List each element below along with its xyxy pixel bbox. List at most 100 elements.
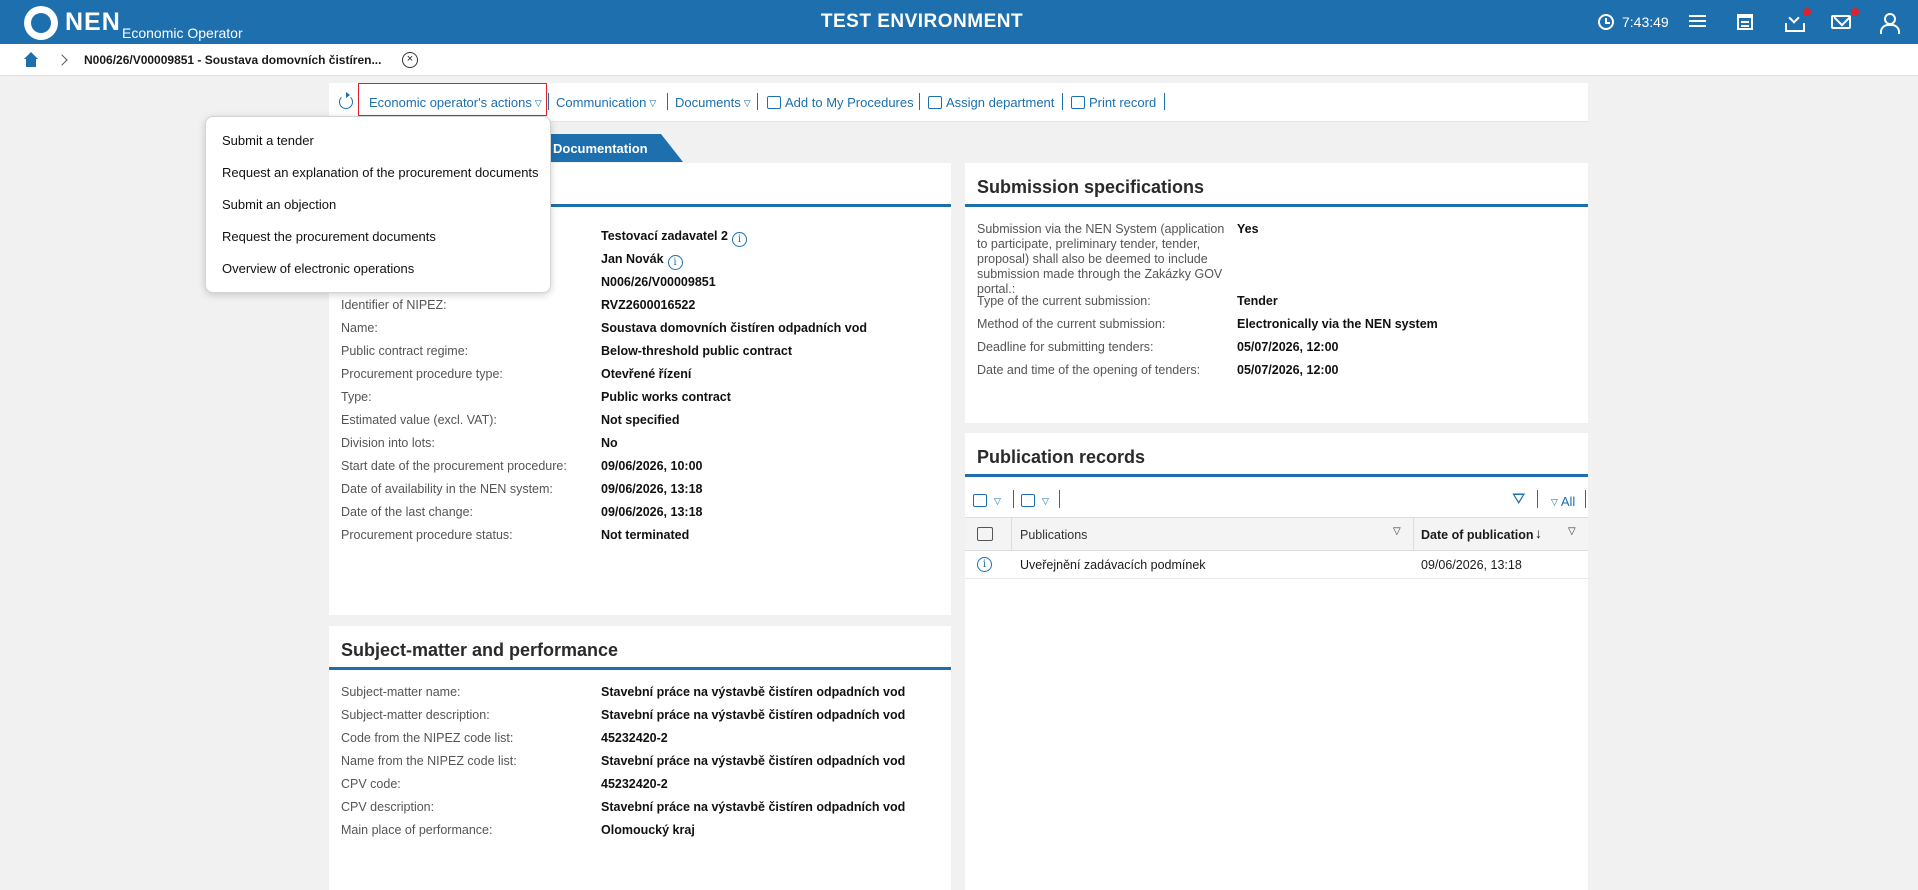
field-value: 09/06/2026, 10:00 [601,459,702,473]
col-publications[interactable]: Publications [1020,528,1087,542]
submission-nen-value: Yes [1237,222,1259,236]
field-value: Stavební práce na výstavbě čistíren odpa… [601,800,905,814]
field-value: 45232420-2 [601,777,668,791]
eo-actions-menu[interactable]: Economic operator's actions ▽ [369,95,542,110]
environment-title: TEST ENVIRONMENT [820,11,1024,32]
field-label: Deadline for submitting tenders: [977,340,1154,354]
download-icon[interactable] [1783,12,1805,32]
documents-menu[interactable]: Documents ▽ [675,95,751,110]
tab-documentation[interactable]: Documentation [541,134,683,162]
add-procedure-icon [767,96,781,109]
assign-department-button[interactable]: Assign department [928,95,1054,110]
field-value-text: Olomoucký kraj [601,823,695,837]
field-value-text: No [601,436,618,450]
field-value: Public works contract [601,390,731,404]
clock-icon [1598,14,1614,30]
field-value: N006/26/V00009851 [601,275,716,289]
menu-item-submit-objection[interactable]: Submit an objection [222,197,336,212]
separator [1585,490,1586,508]
field-value: Otevřené řízení [601,367,691,381]
filter-all-button[interactable]: ▽ All [1548,494,1575,509]
dropdown-triangle-icon: ▽ [649,98,657,108]
field-value: 05/07/2026, 12:00 [1237,340,1338,354]
field-label: Type: [341,390,372,404]
chevron-right-icon [56,54,68,66]
field-value: Below-threshold public contract [601,344,792,358]
refresh-icon[interactable] [339,92,353,109]
field-value-text: Stavební práce na výstavbě čistíren odpa… [601,708,906,722]
field-value-text: 09/06/2026, 10:00 [601,459,703,473]
field-label: Subject-matter description: [341,708,490,722]
filter-icon[interactable]: ⛛ [1512,491,1525,509]
menu-item-submit-tender[interactable]: Submit a tender [222,133,314,148]
home-icon[interactable] [22,52,40,68]
menu-item-request-explanation[interactable]: Request an explanation of the procuremen… [222,165,539,180]
field-value: Jan Novák i [601,252,683,270]
field-value-text: 09/06/2026, 13:18 [601,482,703,496]
field-value-text: Stavební práce na výstavbě čistíren odpa… [601,685,906,699]
field-label: Method of the current submission: [977,317,1166,331]
user-icon[interactable] [1878,12,1900,34]
table-row[interactable]: i Uveřejnění zadávacích podmínek 09/06/202… [965,551,1588,579]
panel-title: Submission specifications [977,177,1205,197]
field-value: Stavební práce na výstavbě čistíren odpa… [601,754,905,768]
menu-icon[interactable] [1688,12,1708,32]
field-label: Date of the last change: [341,505,474,519]
field-value: RVZ2600016522 [601,298,695,312]
dropdown-triangle-icon: ▽ [743,98,751,108]
col-divider [1011,518,1012,551]
col-date-of-publication[interactable]: Date of publication [1421,528,1534,542]
field-value: Not specified [601,413,680,427]
add-to-my-procedures-button[interactable]: Add to My Procedures [767,95,914,110]
print-record-button[interactable]: Print record [1071,95,1156,110]
separator [757,93,758,110]
field-value-text: Stavební práce na výstavbě čistíren odpa… [601,800,906,814]
field-value-text: Otevřené řízení [601,367,692,381]
info-icon[interactable]: i [977,557,992,572]
export-menu-button[interactable]: ▽ [1021,493,1049,508]
field-value-text: Not specified [601,413,680,427]
panel-rule [965,204,1588,207]
column-settings-icon[interactable] [977,527,993,541]
separator [919,93,920,110]
calendar-icon[interactable] [1737,14,1753,30]
publication-name[interactable]: Uveřejnění zadávacích podmínek [1020,558,1206,572]
download-notification-dot [1803,8,1811,16]
menu-item-request-documents[interactable]: Request the procurement documents [222,229,436,244]
breadcrumb-current[interactable]: N006/26/V00009851 - Soustava domovních č… [84,53,381,67]
submission-specifications-panel: Submission specifications Submission via… [965,163,1588,423]
field-value-text: Not terminated [601,528,690,542]
close-icon[interactable]: × [402,52,418,68]
print-icon [973,494,987,507]
field-value: 45232420-2 [601,731,668,745]
info-icon[interactable]: i [667,255,683,270]
field-value-text: 09/06/2026, 13:18 [601,505,703,519]
grid-header: Publications ▽ Date of publication ↓ ▽ [965,517,1588,551]
eo-actions-dropdown: Submit a tender Request an explanation o… [205,116,551,293]
panel-rule [965,474,1588,477]
info-icon[interactable]: i [731,232,747,247]
mail-icon[interactable] [1831,15,1851,29]
field-value: 05/07/2026, 12:00 [1237,363,1338,377]
field-value-text: 05/07/2026, 12:00 [1237,340,1339,354]
field-value: Electronically via the NEN system [1237,317,1438,331]
print-menu-button[interactable]: ▽ [973,493,1001,508]
field-value-text: 05/07/2026, 12:00 [1237,363,1339,377]
sort-desc-icon[interactable]: ↓ [1535,525,1542,541]
field-value: No [601,436,618,450]
communication-menu[interactable]: Communication ▽ [556,95,656,110]
subject-matter-panel: Subject-matter and performance Subject-m… [329,626,951,890]
publication-records-panel: Publication records ▽ ▽ ⛛ ▽ All Publicat… [965,433,1588,890]
field-value: Not terminated [601,528,689,542]
filter-triangle-icon[interactable]: ▽ [1568,526,1576,537]
mail-notification-dot [1851,8,1859,16]
field-label: Date and time of the opening of tenders: [977,363,1201,377]
field-label: Type of the current submission: [977,294,1151,308]
field-label: CPV code: [341,777,401,791]
panel-title: Publication records [977,447,1146,467]
menu-item-overview-electronic-operations[interactable]: Overview of electronic operations [222,261,414,276]
field-value-text: Electronically via the NEN system [1237,317,1438,331]
field-value: Stavební práce na výstavbě čistíren odpa… [601,708,905,722]
filter-triangle-icon[interactable]: ▽ [1393,526,1401,537]
separator [1013,490,1014,508]
